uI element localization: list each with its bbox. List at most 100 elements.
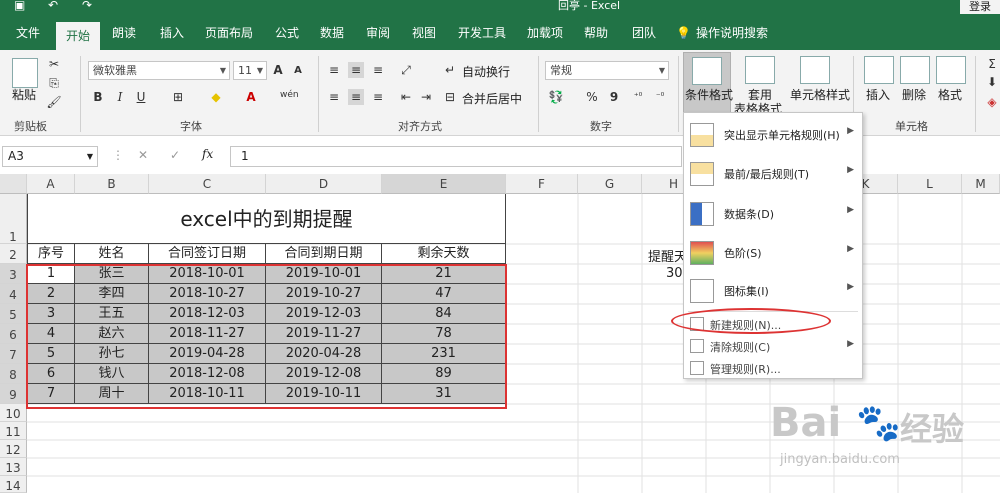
row-header[interactable]: 12 [0,440,27,458]
tab-view[interactable]: 视图 [412,14,436,50]
column-header[interactable]: F [506,174,578,194]
row-header[interactable]: 7 [0,344,27,364]
redo-icon[interactable]: ↷ [82,0,92,12]
wrap-text-icon[interactable]: ↵ [442,62,458,78]
underline-button[interactable]: U [133,89,149,105]
name-box[interactable]: A3 ▼ [2,146,98,167]
menu-item-clear-rules[interactable]: 清除规则(C) ▶ [684,335,862,357]
tab-home[interactable]: 开始 [56,22,101,50]
number-format-select[interactable]: 常规 ▼ [545,61,669,80]
reminder-days-label[interactable]: 提醒天 [648,246,687,265]
percent-button[interactable]: % [584,89,600,105]
undo-icon[interactable]: ↶ [48,0,58,12]
tell-me-search[interactable]: 操作说明搜索 [696,14,768,50]
row-header[interactable]: 10 [0,404,27,422]
row-header[interactable]: 3 [0,264,27,284]
increase-indent-icon[interactable]: ⇥ [418,89,434,105]
row-header[interactable]: 11 [0,422,27,440]
cancel-icon[interactable]: ✕ [138,148,148,162]
tab-formulas[interactable]: 公式 [275,14,299,50]
login-button[interactable]: 登录 [960,0,1000,14]
tab-review[interactable]: 审阅 [366,14,390,50]
row-header[interactable]: 8 [0,364,27,384]
align-left-icon[interactable]: ≡ [326,89,342,105]
tab-insert[interactable]: 插入 [160,14,184,50]
menu-item-manage-rules[interactable]: 管理规则(R)... [684,357,862,379]
align-right-icon[interactable]: ≡ [370,89,386,105]
decrease-decimal-icon[interactable]: ⁻⁰ [652,89,668,105]
decrease-indent-icon[interactable]: ⇤ [398,89,414,105]
column-header[interactable]: L [898,174,962,194]
tab-developer[interactable]: 开发工具 [458,14,506,50]
align-top-icon[interactable]: ≡ [326,62,342,78]
insert-cells-icon[interactable] [864,56,894,84]
select-all-corner[interactable] [0,174,27,194]
phonetic-button[interactable]: wén [280,87,299,103]
align-center-icon[interactable]: ≡ [348,89,364,105]
font-color-icon[interactable]: A [243,89,259,105]
fill-icon[interactable]: ⬇ [984,74,1000,90]
row-header[interactable]: 9 [0,384,27,404]
delete-cells-icon[interactable] [900,56,930,84]
align-middle-icon[interactable]: ≡ [348,62,364,78]
paste-button-label[interactable]: 粘贴 [12,86,36,103]
row-header[interactable]: 6 [0,324,27,344]
conditional-format-button[interactable]: 条件格式 [683,52,733,114]
tab-page-layout[interactable]: 页面布局 [205,14,253,50]
save-icon[interactable]: ▣ [14,0,25,12]
currency-icon[interactable]: 💱 [548,89,564,105]
insert-function-button[interactable]: fx [202,147,213,161]
grow-font-button[interactable]: A [270,62,286,78]
formula-input[interactable]: 1 [230,146,682,167]
row-header[interactable]: 14 [0,476,27,493]
insert-cells-label[interactable]: 插入 [866,86,890,103]
increase-decimal-icon[interactable]: ⁺⁰ [630,89,646,105]
delete-cells-label[interactable]: 删除 [902,86,926,103]
format-cells-label[interactable]: 格式 [938,86,962,103]
menu-item-highlight-rules[interactable]: 突出显示单元格规则(H) ▶ [684,117,862,153]
cell-styles-icon[interactable] [800,56,830,84]
tab-addins[interactable]: 加载项 [527,14,563,50]
menu-item-icon-sets[interactable]: 图标集(I) ▶ [684,273,862,309]
row-header[interactable]: 13 [0,458,27,476]
row-header[interactable]: 2 [0,244,27,264]
border-icon[interactable]: ⊞ [170,89,186,105]
row-header[interactable]: 5 [0,304,27,324]
cut-icon[interactable]: ✂ [46,56,62,72]
header-cell[interactable]: 合同到期日期 [266,244,382,264]
font-name-select[interactable]: 微软雅黑 ▼ [88,61,230,80]
tab-file[interactable]: 文件 [16,14,40,50]
row-header[interactable]: 1 [0,194,27,244]
sheet-title-cell[interactable]: excel中的到期提醒 [27,194,506,244]
shrink-font-button[interactable]: A [290,63,306,79]
bold-button[interactable]: B [90,89,106,105]
tab-data[interactable]: 数据 [320,14,344,50]
tab-read[interactable]: 朗读 [112,14,136,50]
header-cell[interactable]: 姓名 [75,244,149,264]
autosum-icon[interactable]: Σ [984,56,1000,72]
column-header[interactable]: A [27,174,75,194]
column-header[interactable]: E [382,174,506,194]
tab-help[interactable]: 帮助 [584,14,608,50]
font-size-select[interactable]: 11 ▼ [233,61,267,80]
wrap-text-button[interactable]: 自动换行 [462,63,510,80]
column-header[interactable]: G [578,174,642,194]
header-cell[interactable]: 剩余天数 [382,244,506,264]
header-cell[interactable]: 合同签订日期 [149,244,266,264]
header-cell[interactable]: 序号 [27,244,75,264]
column-header[interactable]: C [149,174,266,194]
row-header[interactable]: 4 [0,284,27,304]
menu-item-color-scales[interactable]: 色阶(S) ▶ [684,235,862,271]
enter-icon[interactable]: ✓ [170,148,180,162]
reminder-days-value[interactable]: 30 [666,266,683,281]
paste-icon[interactable] [12,58,38,88]
format-cells-icon[interactable] [936,56,966,84]
menu-item-data-bars[interactable]: 数据条(D) ▶ [684,196,862,232]
merge-center-button[interactable]: 合并后居中 [462,90,522,107]
merge-center-icon[interactable]: ⊟ [442,89,458,105]
copy-icon[interactable]: ⎘ [46,75,62,91]
tab-team[interactable]: 团队 [632,14,656,50]
italic-button[interactable]: I [112,89,128,105]
cell-styles-label[interactable]: 单元格样式 [790,86,850,103]
column-header[interactable]: B [75,174,149,194]
